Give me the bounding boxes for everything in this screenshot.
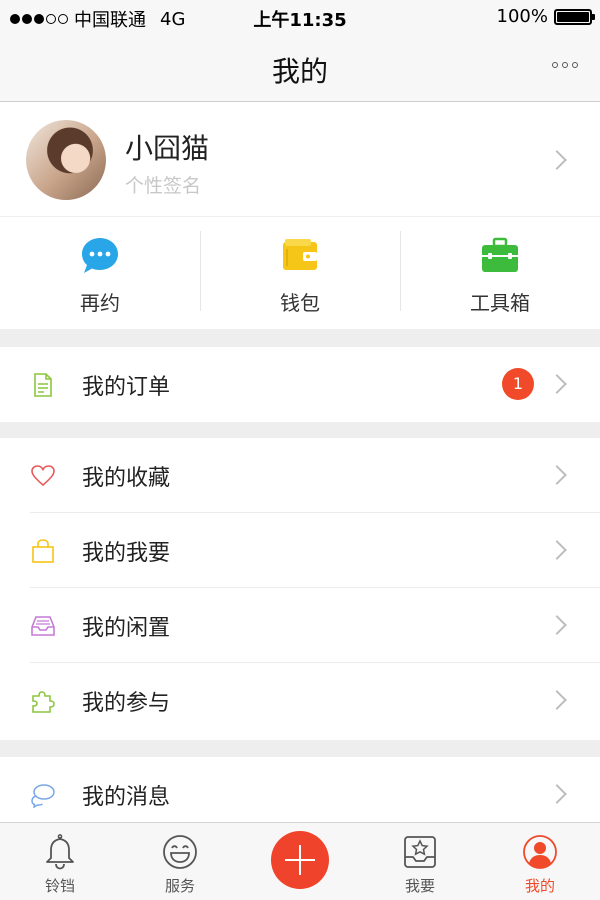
avatar[interactable]	[26, 120, 106, 200]
star-box-icon	[404, 836, 436, 868]
heart-icon	[31, 465, 55, 487]
tab-label: 我要	[404, 877, 435, 895]
tab-label: 我的	[524, 877, 555, 895]
wallet-icon	[283, 239, 317, 270]
smiley-icon	[163, 835, 197, 869]
quick-action-toolbox[interactable]: 工具箱	[400, 217, 600, 329]
tab-add[interactable]	[240, 823, 360, 900]
tab-want[interactable]: 我要	[360, 823, 480, 900]
more-dot-icon	[552, 62, 558, 68]
quick-action-reappoint[interactable]: 再约	[0, 217, 200, 329]
menu-item-label: 我的参与	[82, 691, 171, 716]
bag-icon	[32, 539, 54, 563]
toolbox-icon	[482, 237, 518, 272]
navigation-bar: 我的	[0, 34, 600, 102]
chevron-right-icon	[547, 150, 567, 170]
more-options-button[interactable]	[552, 62, 578, 68]
status-bar: 中国联通 4G 上午11:35 100%	[0, 0, 600, 34]
plus-icon[interactable]	[271, 831, 329, 889]
user-icon	[523, 835, 557, 869]
chevron-right-icon	[547, 784, 567, 804]
profile-signature: 个性签名	[125, 175, 202, 197]
menu-item-label: 我的订单	[82, 375, 171, 400]
quick-action-wallet[interactable]: 钱包	[200, 217, 400, 329]
menu-item-favorites[interactable]: 我的收藏	[0, 438, 600, 513]
battery-percent: 100%	[496, 6, 548, 27]
tab-bell[interactable]: 铃铛	[0, 823, 120, 900]
menu-item-label: 我的闲置	[82, 616, 171, 641]
menu-item-orders[interactable]: 我的订单 1	[0, 347, 600, 422]
profile-card[interactable]: 小囧猫 个性签名	[0, 103, 600, 217]
quick-action-label: 再约	[80, 291, 120, 315]
more-dot-icon	[562, 62, 568, 68]
section-divider	[0, 740, 600, 757]
tab-mine[interactable]: 我的	[480, 823, 600, 900]
bell-icon	[46, 834, 74, 870]
section-divider	[0, 422, 600, 438]
chat-bubble-icon	[82, 238, 118, 273]
tab-label: 铃铛	[44, 877, 75, 895]
tab-bar: 铃铛 服务 我要 我的	[0, 822, 600, 900]
notification-badge: 1	[502, 368, 534, 400]
more-dot-icon	[572, 62, 578, 68]
menu-item-messages[interactable]: 我的消息	[0, 757, 600, 822]
chevron-right-icon	[547, 374, 567, 394]
tab-label: 服务	[164, 877, 195, 895]
chevron-right-icon	[547, 540, 567, 560]
document-icon	[34, 373, 52, 397]
menu-item-label: 我的收藏	[82, 466, 171, 491]
tray-icon	[31, 616, 55, 636]
chat-bubbles-icon	[31, 784, 55, 808]
quick-action-label: 工具箱	[470, 291, 530, 315]
tab-service[interactable]: 服务	[120, 823, 240, 900]
section-divider	[0, 329, 600, 347]
menu-item-label: 我的我要	[82, 541, 171, 566]
menu-item-wants[interactable]: 我的我要	[0, 513, 600, 588]
chevron-right-icon	[547, 615, 567, 635]
chevron-right-icon	[547, 465, 567, 485]
puzzle-icon	[32, 691, 55, 713]
menu-item-participation[interactable]: 我的参与	[0, 663, 600, 738]
quick-action-label: 钱包	[280, 291, 320, 315]
menu-item-label: 我的消息	[82, 785, 171, 810]
menu-item-idle[interactable]: 我的闲置	[0, 588, 600, 663]
chevron-right-icon	[547, 690, 567, 710]
page-title: 我的	[271, 55, 328, 88]
battery-icon	[554, 8, 595, 25]
status-right: 100%	[496, 6, 595, 27]
quick-actions: 再约 钱包 工具箱	[0, 217, 600, 329]
profile-name: 小囧猫	[125, 132, 210, 165]
